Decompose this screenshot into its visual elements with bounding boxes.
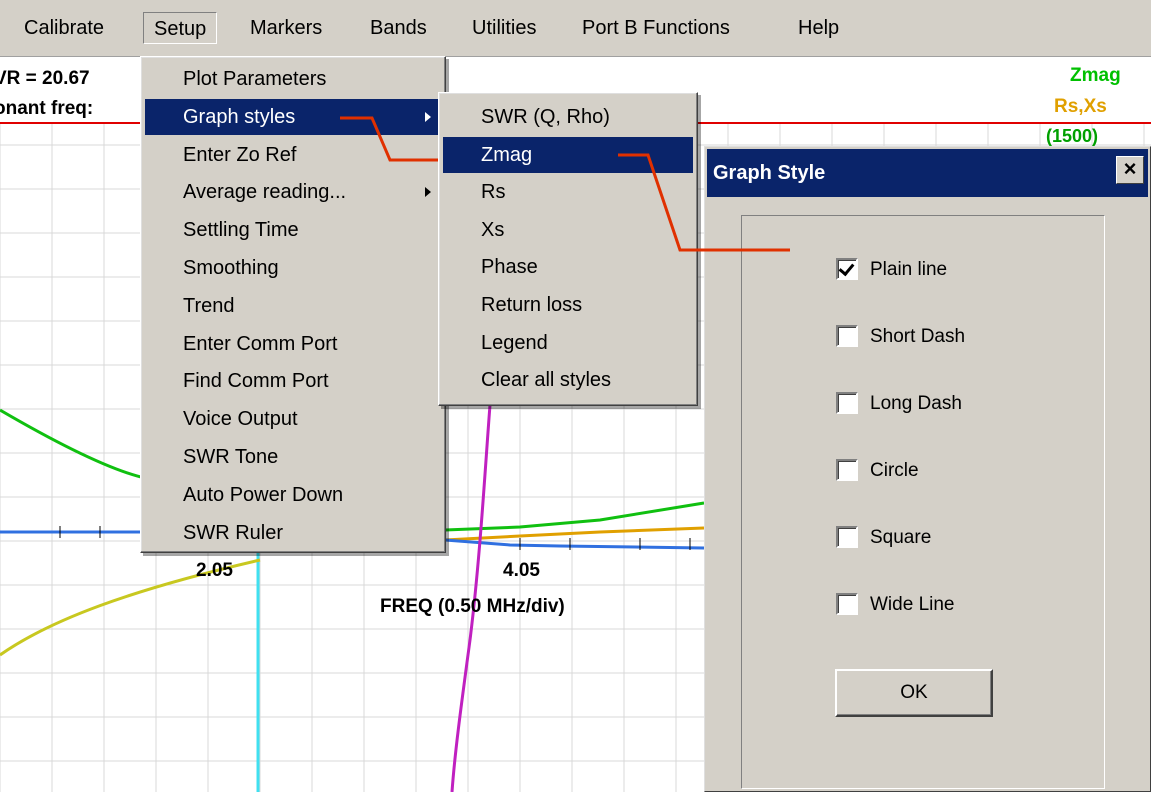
resonant-freq-readout: onant freq:: [0, 98, 93, 119]
green-curve: [0, 408, 146, 480]
graph-styles-item-legend[interactable]: Legend: [443, 325, 693, 361]
graph-styles-item-return-loss[interactable]: Return loss: [443, 287, 693, 323]
axis-tick-label-1: 2.05: [196, 560, 233, 581]
setup-menu-item-enter-comm-port[interactable]: Enter Comm Port: [145, 326, 441, 362]
menu-item-label: Return loss: [481, 294, 583, 316]
checkbox-label: Wide Line: [870, 594, 955, 615]
menu-item-label: Smoothing: [183, 257, 279, 279]
checkbox-unchecked-icon[interactable]: [836, 459, 858, 481]
swr-readout: VR = 20.67: [0, 68, 90, 89]
menu-item-label: Settling Time: [183, 219, 299, 242]
checkbox-unchecked-icon[interactable]: [836, 325, 858, 347]
graph-styles-item-xs[interactable]: Xs: [443, 212, 693, 248]
graph-styles-submenu: SWR (Q, Rho) Zmag Rs Xs Phase Return loss Lege…: [438, 92, 698, 406]
checkbox-label: Circle: [870, 460, 919, 481]
graph-styles-item-phase[interactable]: Phase: [443, 249, 693, 285]
menu-setup[interactable]: Setup: [143, 12, 218, 44]
menu-item-label: Average reading...: [183, 181, 347, 204]
graph-styles-item-rs[interactable]: Rs: [443, 174, 693, 210]
setup-menu-item-settling-time[interactable]: Settling Time: [145, 212, 441, 248]
dialog-title: Graph Style: [713, 162, 826, 184]
menu-item-label: Voice Output: [183, 408, 298, 431]
menu-item-label: Clear all styles: [481, 369, 612, 392]
menu-item-label: Legend: [481, 331, 548, 354]
submenu-arrow-icon: [425, 187, 431, 198]
setup-menu-item-graph-styles[interactable]: Graph styles: [145, 98, 441, 135]
menu-item-label: Find Comm Port: [183, 370, 329, 393]
graph-styles-item-swr-q-rho[interactable]: SWR (Q, Rho): [443, 99, 693, 135]
graph-style-dialog: Graph Style × Plain line Short Dash Long D…: [704, 146, 1151, 792]
menu-bands[interactable]: Bands: [360, 12, 437, 44]
menu-item-label: Trend: [183, 294, 235, 317]
setup-menu-item-plot-parameters[interactable]: Plot Parameters: [145, 61, 441, 97]
menu-item-label: Xs: [481, 218, 505, 241]
checkbox-unchecked-icon[interactable]: [836, 593, 858, 615]
axis-tick-label-2: 4.05: [503, 560, 540, 581]
dialog-close-button[interactable]: ×: [1116, 156, 1144, 184]
menu-item-label: Auto Power Down: [183, 483, 344, 506]
menu-utilities[interactable]: Utilities: [462, 12, 546, 44]
setup-menu-item-trend[interactable]: Trend: [145, 288, 441, 324]
menu-item-label: SWR (Q, Rho): [481, 106, 610, 128]
checkbox-label: Plain line: [870, 259, 948, 280]
setup-dropdown-menu: Plot Parameters Graph styles Enter Zo Ref A…: [140, 56, 446, 553]
legend-tag: (1500): [1046, 126, 1098, 146]
x-axis-label: FREQ (0.50 MHz/div): [380, 596, 565, 617]
checkbox-checked-icon[interactable]: [836, 258, 858, 280]
menu-item-label: Graph styles: [183, 105, 296, 128]
graph-styles-item-clear-all-styles[interactable]: Clear all styles: [443, 362, 693, 398]
legend-rsxs: Rs,Xs: [1054, 96, 1107, 117]
menu-item-label: Zmag: [481, 143, 533, 166]
menu-item-label: Phase: [481, 256, 538, 279]
submenu-arrow-icon: [425, 111, 431, 122]
menu-item-label: Rs: [481, 181, 506, 204]
menu-port-b-functions[interactable]: Port B Functions: [572, 12, 740, 44]
setup-menu-item-swr-tone[interactable]: SWR Tone: [145, 439, 441, 475]
dialog-title-bar[interactable]: Graph Style: [707, 149, 1148, 197]
ok-button[interactable]: OK: [835, 669, 993, 717]
checkbox-label: Square: [870, 527, 932, 548]
menu-bar: Calibrate Setup Markers Bands Utilities …: [0, 0, 1151, 57]
checkbox-unchecked-icon[interactable]: [836, 392, 858, 414]
menu-calibrate[interactable]: Calibrate: [14, 12, 114, 44]
menu-item-label: Enter Zo Ref: [183, 143, 297, 166]
setup-menu-item-voice-output[interactable]: Voice Output: [145, 401, 441, 437]
setup-menu-item-swr-ruler[interactable]: SWR Ruler: [145, 515, 441, 551]
checkbox-label: Long Dash: [870, 393, 962, 414]
graph-styles-item-zmag[interactable]: Zmag: [443, 136, 693, 173]
menu-item-label: Plot Parameters: [183, 68, 327, 90]
close-icon: ×: [1123, 156, 1137, 181]
checkbox-unchecked-icon[interactable]: [836, 526, 858, 548]
setup-menu-item-smoothing[interactable]: Smoothing: [145, 250, 441, 286]
checkbox-label: Short Dash: [870, 326, 966, 347]
menu-item-label: SWR Tone: [183, 446, 279, 468]
menu-item-label: Enter Comm Port: [183, 332, 338, 355]
menu-markers[interactable]: Markers: [240, 12, 332, 44]
setup-menu-item-enter-zo-ref[interactable]: Enter Zo Ref: [145, 137, 441, 173]
menu-item-label: SWR Ruler: [183, 521, 284, 544]
setup-menu-item-find-comm-port[interactable]: Find Comm Port: [145, 363, 441, 399]
menu-help[interactable]: Help: [788, 12, 849, 44]
setup-menu-item-average-reading[interactable]: Average reading...: [145, 174, 441, 210]
setup-menu-item-auto-power-down[interactable]: Auto Power Down: [145, 477, 441, 513]
legend-zmag: Zmag: [1070, 65, 1121, 86]
